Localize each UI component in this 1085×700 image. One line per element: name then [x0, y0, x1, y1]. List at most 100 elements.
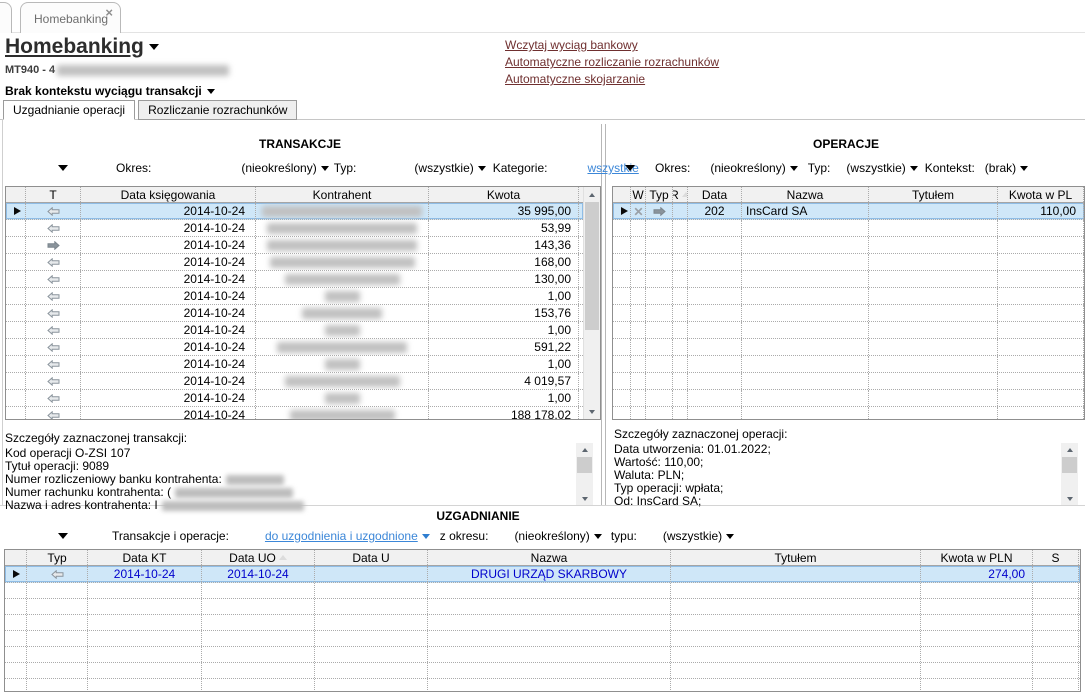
tab-uzgadnianie-operacji[interactable]: Uzgadnianie operacji [3, 100, 135, 120]
table-cell [869, 356, 998, 372]
table-row-empty[interactable] [613, 407, 1084, 420]
column-header[interactable]: Data księgowania [81, 187, 256, 202]
table-row-empty[interactable] [613, 237, 1084, 254]
column-header[interactable]: Nazwa [742, 187, 869, 202]
table-row[interactable]: 2014-10-241,00 [6, 322, 583, 339]
okres-dropdown[interactable]: (nieokreślony) [514, 529, 601, 543]
collapse-filters-icon[interactable] [625, 165, 635, 171]
typ-dropdown[interactable]: (wszystkie) [414, 161, 485, 175]
table-row[interactable]: 2014-10-241,00 [6, 288, 583, 305]
column-header[interactable]: R [673, 187, 688, 202]
column-header[interactable]: Kwota w PL [998, 187, 1084, 202]
table-row-empty[interactable] [613, 220, 1084, 237]
column-header[interactable]: Tytułem [869, 187, 998, 202]
table-row-empty[interactable] [613, 305, 1084, 322]
table-row-empty[interactable] [5, 663, 1080, 679]
scroll-down-button[interactable] [576, 492, 593, 505]
auto-matching-link[interactable]: Automatyczne skojarzanie [505, 72, 719, 86]
table-row[interactable]: 2014-10-24130,00 [6, 271, 583, 288]
column-header[interactable]: Kwota [429, 187, 579, 202]
column-header[interactable]: Data U [315, 550, 428, 565]
table-row[interactable]: 2014-10-24153,76 [6, 305, 583, 322]
table-row-empty[interactable] [613, 322, 1084, 339]
operation-details-scrollbar[interactable] [1061, 443, 1078, 505]
column-header[interactable]: Tytułem [671, 550, 921, 565]
table-row-empty[interactable] [5, 583, 1080, 599]
column-header[interactable]: Data [688, 187, 742, 202]
table-row[interactable]: 2014-10-244 019,57 [6, 373, 583, 390]
context-toggle[interactable]: Brak kontekstu wyciągu transakcji [5, 84, 215, 98]
table-cell [1033, 583, 1079, 598]
table-row-empty[interactable] [5, 631, 1080, 647]
tab-rozliczanie-rozrachunkow[interactable]: Rozliczanie rozrachunków [138, 100, 297, 120]
table-row-empty[interactable] [5, 599, 1080, 615]
table-row[interactable]: 2014-10-24188 178,02 [6, 407, 583, 420]
incoming-arrow-icon [47, 275, 60, 284]
scrollbar-track[interactable] [576, 456, 593, 492]
scroll-up-button[interactable] [1061, 443, 1078, 456]
chevron-down-icon[interactable] [422, 534, 430, 539]
table-row[interactable]: 202InsCard SA110,00 [613, 203, 1084, 220]
okres-dropdown[interactable]: (nieokreślony) [710, 161, 797, 175]
table-cell [673, 322, 688, 338]
typ-dropdown[interactable]: (wszystkie) [846, 161, 917, 175]
column-header[interactable]: Kontrahent [256, 187, 429, 202]
scroll-down-button[interactable] [584, 404, 600, 419]
table-row-empty[interactable] [613, 356, 1084, 373]
column-header[interactable]: Kwota w PLN [921, 550, 1033, 565]
table-row-empty[interactable] [613, 254, 1084, 271]
kontekst-dropdown[interactable]: (brak) [985, 161, 1028, 175]
table-row[interactable]: 2014-10-24591,22 [6, 339, 583, 356]
table-row[interactable]: 2014-10-241,00 [6, 356, 583, 373]
close-icon[interactable]: × [105, 6, 113, 19]
tab-homebanking[interactable]: Homebanking × [20, 2, 121, 33]
title-menu-icon[interactable] [149, 44, 159, 50]
collapse-filters-icon[interactable] [58, 533, 68, 539]
table-row-empty[interactable] [613, 339, 1084, 356]
table-row-empty[interactable] [613, 390, 1084, 407]
scrollbar-thumb[interactable] [585, 202, 599, 330]
table-row[interactable]: 2014-10-24143,36 [6, 237, 583, 254]
tab-partial[interactable] [0, 2, 12, 33]
table-row-empty[interactable] [5, 679, 1080, 692]
scrollbar-track[interactable] [584, 202, 600, 404]
load-statement-link[interactable]: Wczytaj wyciąg bankowy [505, 38, 719, 52]
incoming-arrow-icon [47, 258, 60, 267]
incoming-arrow-icon [51, 570, 64, 579]
typ-dropdown[interactable]: (wszystkie) [663, 529, 734, 543]
column-header[interactable]: Data UO [202, 550, 315, 565]
table-cell [256, 288, 429, 304]
scrollbar-thumb[interactable] [577, 457, 592, 473]
auto-settlement-link[interactable]: Automatyczne rozliczanie rozrachunków [505, 55, 719, 69]
table-row[interactable]: 2014-10-242014-10-24DRUGI URZĄD SKARBOWY… [5, 566, 1080, 583]
column-header[interactable]: Typ [646, 187, 673, 202]
column-header[interactable]: Nazwa [428, 550, 671, 565]
table-row-empty[interactable] [613, 288, 1084, 305]
okres-dropdown[interactable]: (nieokreślony) [241, 161, 328, 175]
column-header[interactable]: Typ [27, 550, 88, 565]
column-header[interactable]: S [1033, 550, 1079, 565]
table-row-empty[interactable] [5, 647, 1080, 663]
table-row[interactable]: 2014-10-2435 995,00 [6, 203, 583, 220]
scrollbar-thumb[interactable] [1062, 457, 1077, 473]
panel-splitter[interactable] [601, 124, 606, 505]
table-row-empty[interactable] [5, 615, 1080, 631]
table-cell: 130,00 [429, 271, 579, 287]
transactions-scrollbar[interactable] [583, 187, 600, 419]
column-header[interactable]: T [26, 187, 81, 202]
table-row-empty[interactable] [613, 373, 1084, 390]
scroll-down-button[interactable] [1061, 492, 1078, 505]
scrollbar-track[interactable] [1061, 456, 1078, 492]
table-row[interactable]: 2014-10-24168,00 [6, 254, 583, 271]
scroll-up-button[interactable] [584, 187, 600, 202]
column-header[interactable]: Data KT [88, 550, 202, 565]
status-filter-link[interactable]: do uzgodnienia i uzgodnione [265, 529, 418, 543]
transaction-details-heading: Szczegóły zaznaczonej transakcji: [5, 431, 570, 445]
table-row[interactable]: 2014-10-2453,99 [6, 220, 583, 237]
column-header[interactable]: W [631, 187, 646, 202]
transaction-details-scrollbar[interactable] [576, 443, 593, 505]
scroll-up-button[interactable] [576, 443, 593, 456]
collapse-filters-icon[interactable] [58, 165, 68, 171]
table-row-empty[interactable] [613, 271, 1084, 288]
table-row[interactable]: 2014-10-241,00 [6, 390, 583, 407]
